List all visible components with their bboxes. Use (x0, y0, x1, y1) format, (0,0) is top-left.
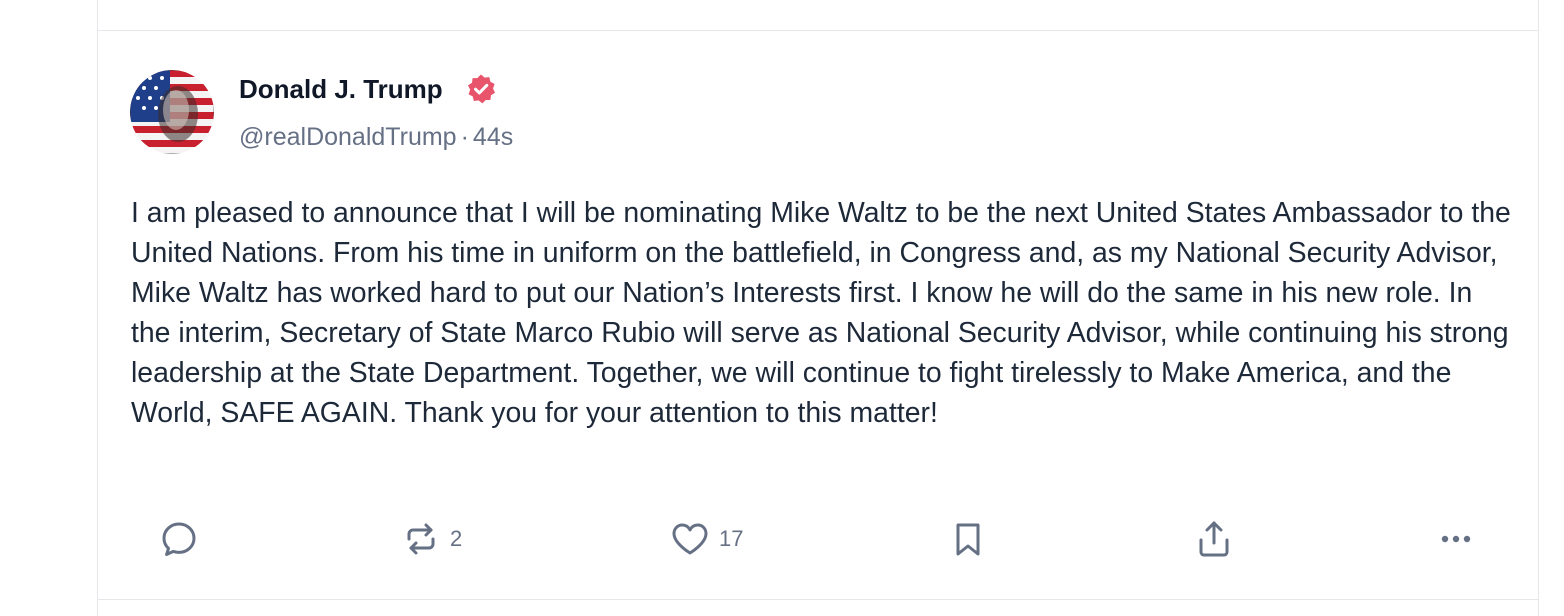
author-handle[interactable]: @realDonaldTrump (239, 123, 457, 151)
reply-button[interactable] (158, 511, 208, 567)
more-button[interactable] (1435, 511, 1477, 567)
post-timestamp[interactable]: 44s (473, 123, 513, 151)
repost-icon (400, 518, 442, 560)
post-actions: 2 17 (98, 511, 1538, 567)
repost-button[interactable]: 2 (400, 511, 462, 567)
post-meta: @realDonaldTrump · 44s (239, 122, 513, 152)
reply-icon (158, 518, 200, 560)
repost-count: 2 (450, 526, 463, 551)
divider (98, 599, 1538, 600)
heart-icon (669, 518, 711, 560)
like-count: 17 (719, 526, 744, 551)
bookmark-button[interactable] (947, 511, 989, 567)
more-icon (1435, 518, 1477, 560)
feed-column: Donald J. Trump @realDonaldTrump · 44s I a… (97, 0, 1539, 616)
post-body: I am pleased to announce that I will be … (131, 197, 1511, 429)
author-name[interactable]: Donald J. Trump (239, 73, 443, 105)
post[interactable]: Donald J. Trump @realDonaldTrump · 44s I a… (98, 31, 1538, 599)
share-button[interactable] (1193, 511, 1235, 567)
share-icon (1193, 518, 1235, 560)
meta-separator: · (460, 123, 469, 151)
like-button[interactable]: 17 (669, 511, 743, 567)
bookmark-icon (947, 518, 989, 560)
verified-badge-icon (465, 73, 497, 105)
avatar[interactable] (130, 70, 214, 154)
